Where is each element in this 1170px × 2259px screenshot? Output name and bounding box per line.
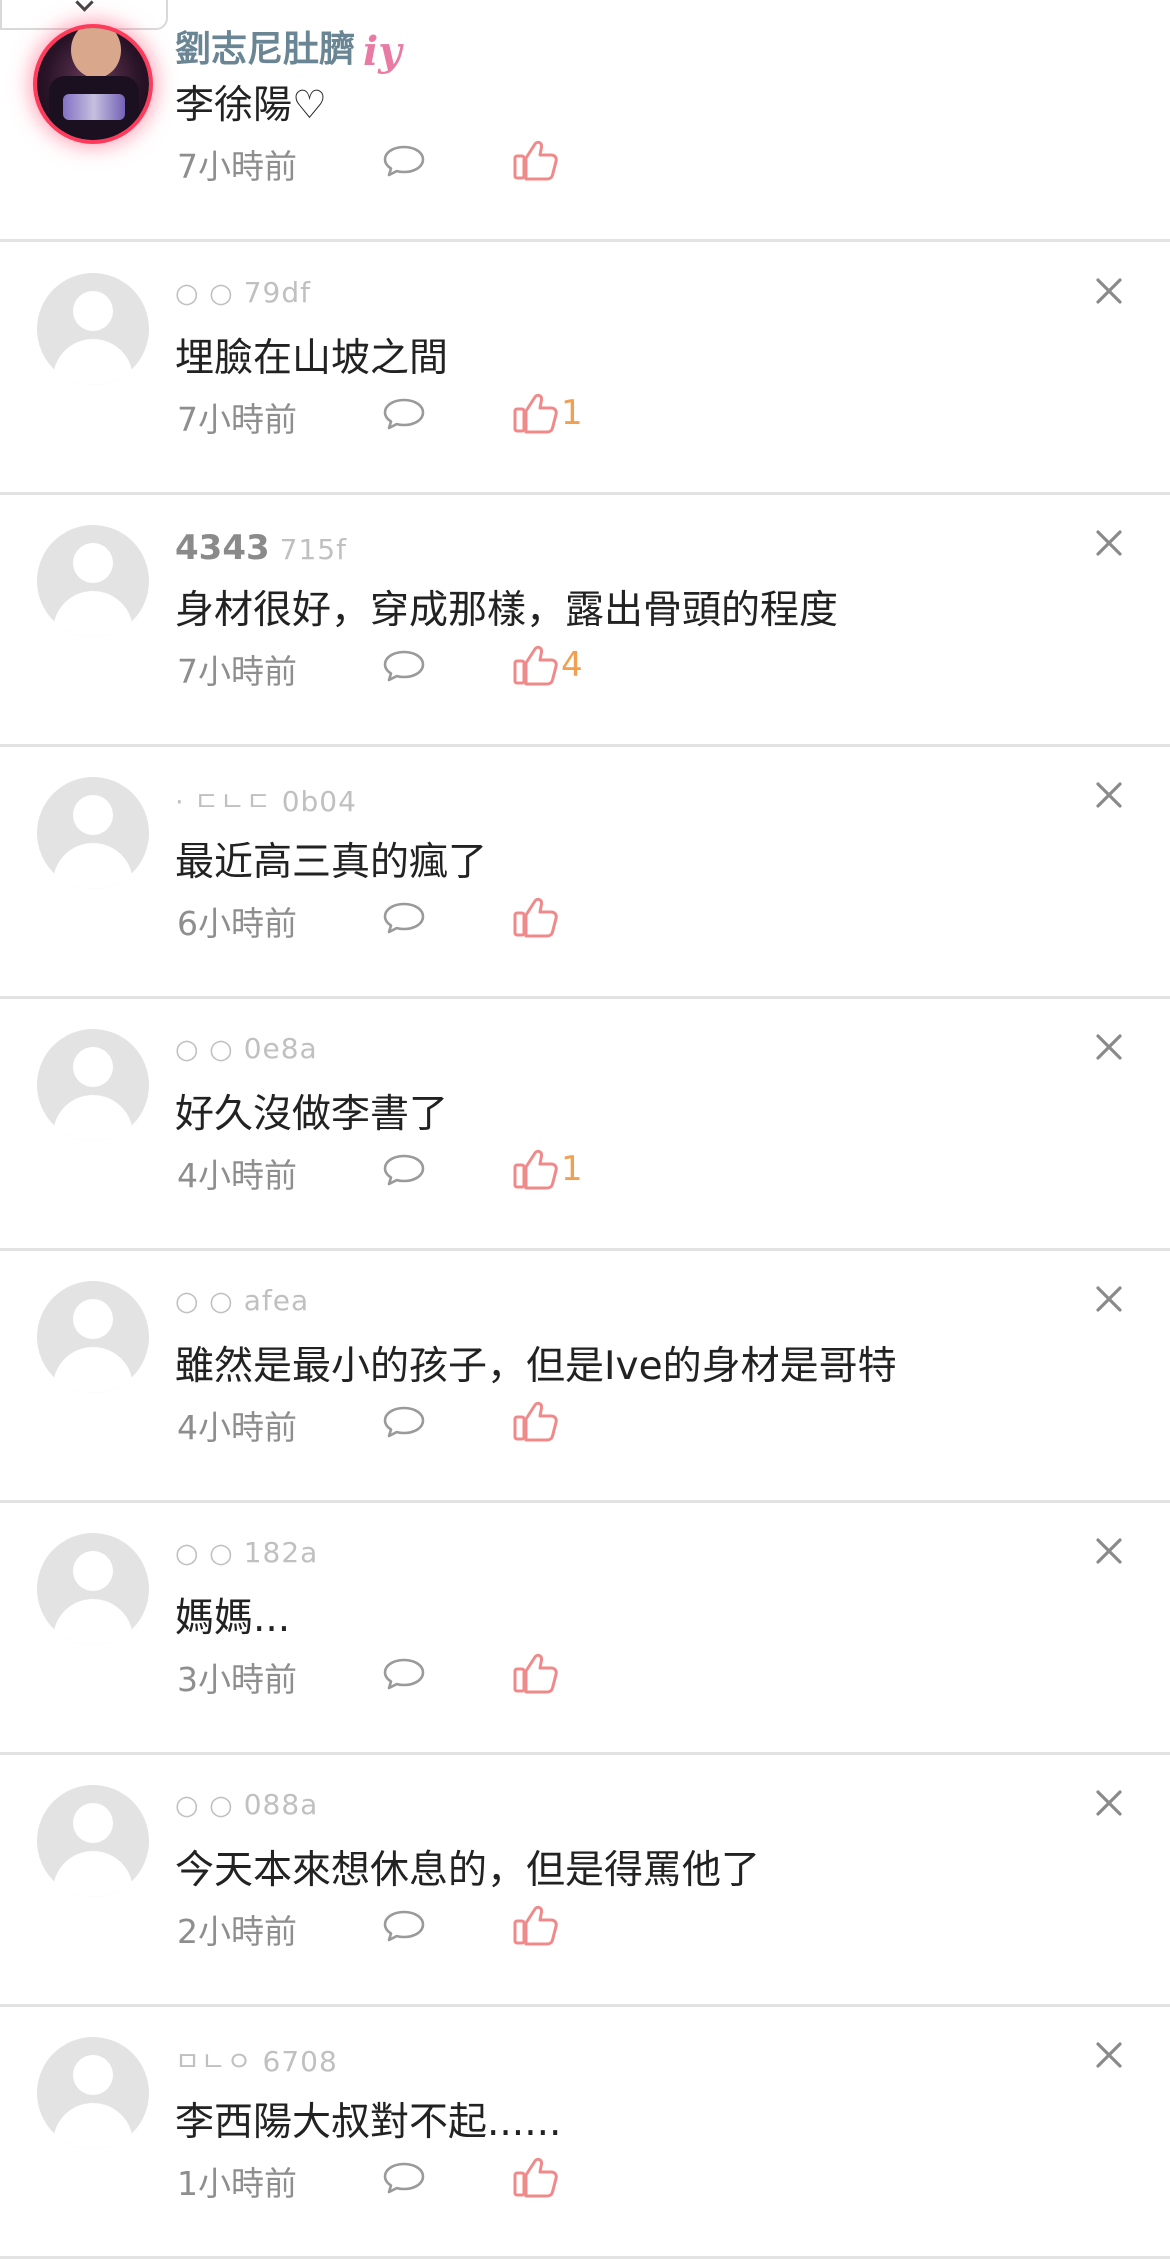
username[interactable]: 4343 (175, 528, 270, 568)
comment-text: 李西陽大叔對不起...... (175, 2100, 562, 2145)
comment-item: ㅁㄴㅇ 6708 李西陽大叔對不起...... 1小時前 (0, 2007, 1170, 2259)
username[interactable]: ○ ○ (175, 1286, 234, 1317)
timestamp: 7小時前 (177, 652, 297, 691)
username-row[interactable]: ㅁㄴㅇ 6708 (175, 2040, 338, 2079)
username-row[interactable]: ○ ○ afea (175, 1284, 309, 1317)
comment-text: 雖然是最小的孩子，但是Ive的身材是哥特 (175, 1344, 897, 1389)
speech-bubble-icon[interactable] (382, 901, 426, 935)
username-row[interactable]: ○ ○ 0e8a (175, 1032, 318, 1065)
timestamp: 3小時前 (177, 1660, 297, 1699)
user-tag: afea (243, 1284, 310, 1317)
timestamp: 4小時前 (177, 1408, 297, 1447)
username[interactable]: ○ ○ (175, 1790, 234, 1821)
user-tag: 088a (243, 1788, 319, 1821)
username-row[interactable]: ○ ○ 088a (175, 1788, 318, 1821)
user-tag: 182a (243, 1536, 319, 1569)
speech-bubble-icon[interactable] (382, 1153, 426, 1187)
speech-bubble-icon[interactable] (382, 1405, 426, 1439)
comment-text: 最近高三真的瘋了 (175, 840, 488, 885)
avatar[interactable] (37, 1029, 149, 1141)
fan-badge-icon: iy (363, 28, 402, 75)
username[interactable]: · ㄷㄴㄷ (175, 787, 272, 818)
speech-bubble-icon[interactable] (382, 1909, 426, 1943)
timestamp: 7小時前 (177, 400, 297, 439)
timestamp: 2小時前 (177, 1912, 297, 1951)
speech-bubble-icon[interactable] (382, 2161, 426, 2195)
comment-text: 今天本來想休息的，但是得罵他了 (175, 1848, 761, 1893)
avatar[interactable] (37, 2037, 149, 2149)
username-row[interactable]: ○ ○ 79df (175, 276, 311, 309)
username[interactable]: ○ ○ (175, 278, 234, 309)
comment-item: ○ ○ afea 雖然是最小的孩子，但是Ive的身材是哥特 4小時前 (0, 1251, 1170, 1503)
timestamp: 7小時前 (177, 147, 297, 186)
comment-item: ○ ○ 79df 埋臉在山坡之間 7小時前 1 (0, 243, 1170, 495)
timestamp: 1小時前 (177, 2164, 297, 2203)
username-row[interactable]: 4343 715f (175, 528, 347, 568)
username[interactable]: ○ ○ (175, 1538, 234, 1569)
user-tag: 0b04 (281, 785, 357, 818)
close-icon[interactable] (1092, 1534, 1126, 1568)
avatar[interactable] (37, 1281, 149, 1393)
close-icon[interactable] (1092, 2038, 1126, 2072)
speech-bubble-icon[interactable] (382, 1657, 426, 1691)
username[interactable]: ㅁㄴㅇ (175, 2047, 253, 2078)
comment-item: ○ ○ 088a 今天本來想休息的，但是得罵他了 2小時前 (0, 1755, 1170, 2007)
like-count: 1 (561, 1149, 583, 1189)
avatar[interactable] (37, 525, 149, 637)
user-tag: 0e8a (243, 1032, 318, 1065)
speech-bubble-icon[interactable] (382, 397, 426, 431)
username-row[interactable]: ○ ○ 182a (175, 1536, 318, 1569)
avatar[interactable] (37, 1533, 149, 1645)
username[interactable]: 劉志尼肚臍 (175, 29, 355, 70)
user-tag: 6708 (262, 2045, 338, 2078)
timestamp: 4小時前 (177, 1156, 297, 1195)
comment-item: 4343 715f 身材很好，穿成那樣，露出骨頭的程度 7小時前 4 (0, 495, 1170, 747)
like-count: 4 (561, 645, 583, 685)
like-count: 1 (561, 393, 583, 433)
user-tag: 715f (279, 533, 347, 566)
avatar[interactable] (37, 777, 149, 889)
comment-text: 好久沒做李書了 (175, 1092, 449, 1137)
username-row[interactable]: · ㄷㄴㄷ 0b04 (175, 780, 357, 819)
avatar[interactable] (37, 1785, 149, 1897)
timestamp: 6小時前 (177, 904, 297, 943)
comment-item: ○ ○ 182a 媽媽... 3小時前 (0, 1503, 1170, 1755)
speech-bubble-icon[interactable] (382, 649, 426, 683)
close-icon[interactable] (1092, 526, 1126, 560)
comment-item: ○ ○ 0e8a 好久沒做李書了 4小時前 1 (0, 999, 1170, 1251)
comment-item: · ㄷㄴㄷ 0b04 最近高三真的瘋了 6小時前 (0, 747, 1170, 999)
avatar[interactable] (37, 28, 149, 140)
close-icon[interactable] (1092, 1282, 1126, 1316)
comment-text: 媽媽... (175, 1596, 291, 1641)
speech-bubble-icon[interactable] (382, 144, 426, 178)
username[interactable]: ○ ○ (175, 1034, 234, 1065)
close-icon[interactable] (1092, 1030, 1126, 1064)
close-icon[interactable] (1092, 274, 1126, 308)
comment-text: 埋臉在山坡之間 (175, 336, 449, 381)
comment-text: 李徐陽♡ (175, 83, 327, 128)
close-icon[interactable] (1092, 1786, 1126, 1820)
comment-text: 身材很好，穿成那樣，露出骨頭的程度 (175, 588, 839, 633)
user-tag: 79df (243, 276, 311, 309)
comment-item: 劉志尼肚臍 iy 李徐陽♡ 7小時前 (0, 0, 1170, 242)
avatar[interactable] (37, 273, 149, 385)
username-row[interactable]: 劉志尼肚臍 iy (175, 20, 401, 75)
close-icon[interactable] (1092, 778, 1126, 812)
